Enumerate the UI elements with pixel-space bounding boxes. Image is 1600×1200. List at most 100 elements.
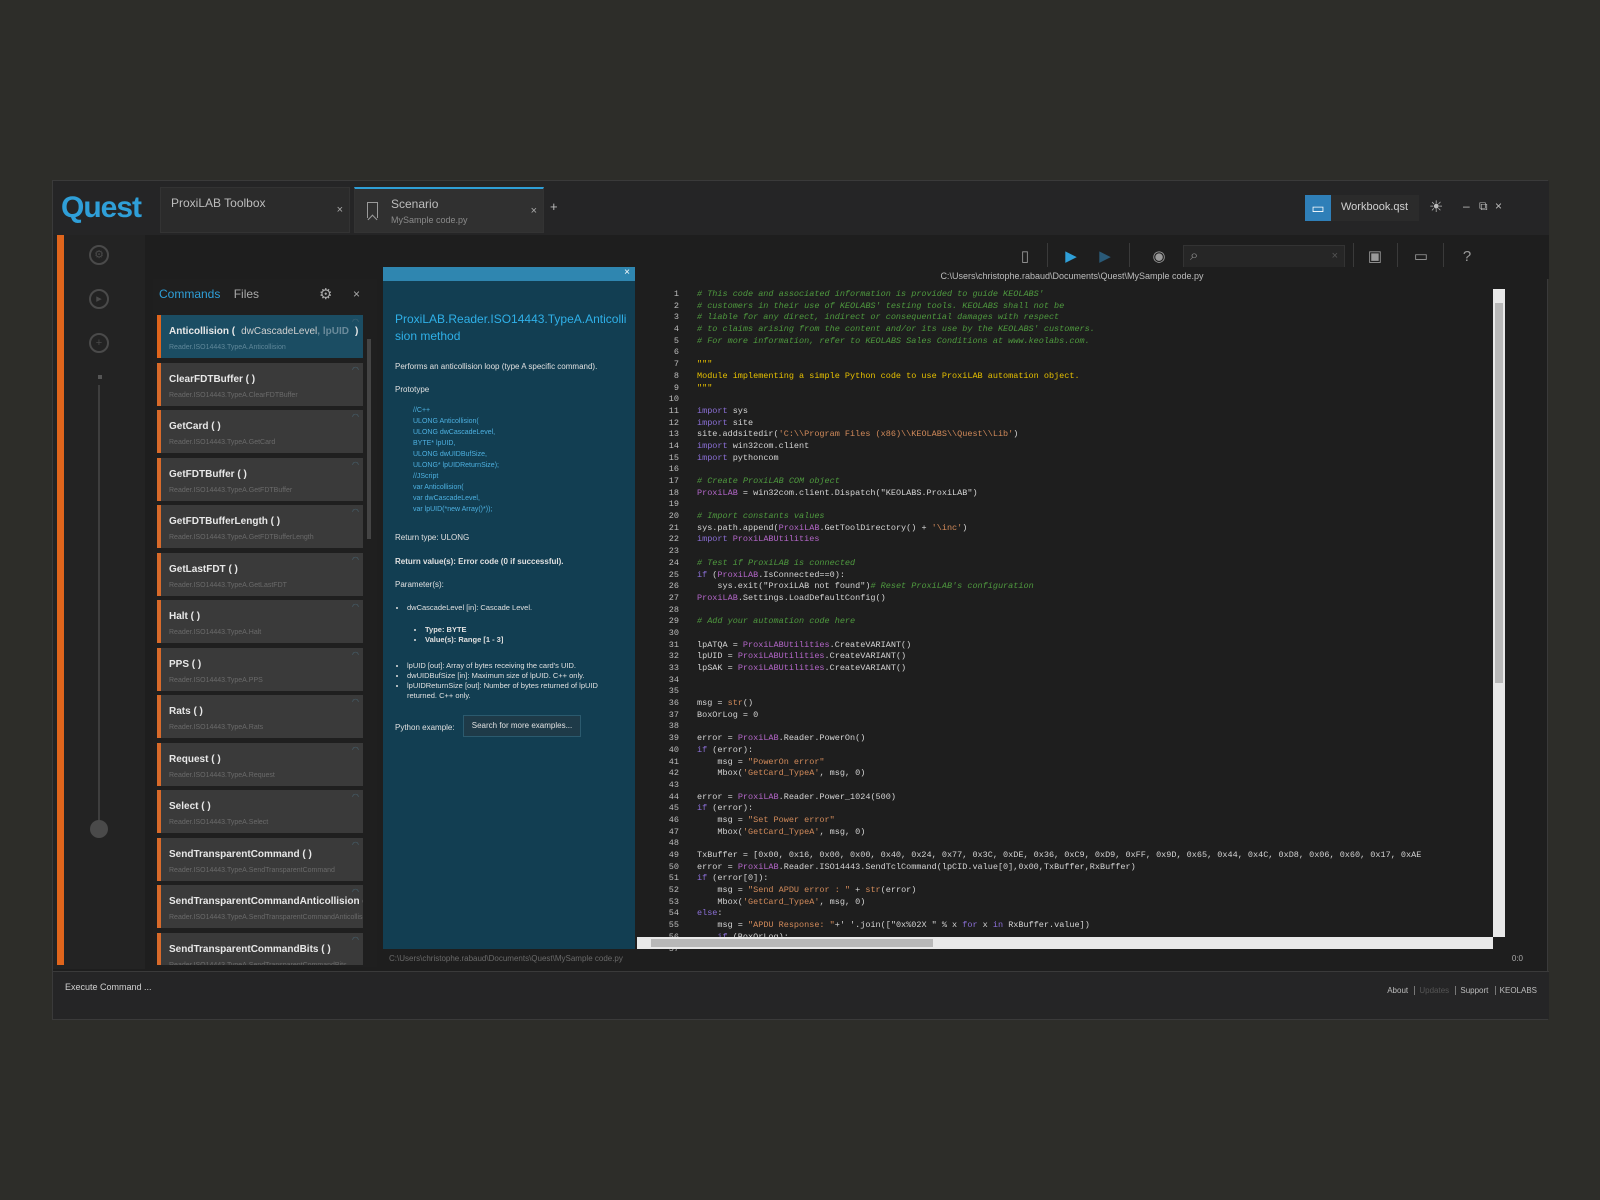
line-number: 18 [668, 487, 679, 498]
add-tab-icon[interactable]: + [550, 199, 558, 214]
favorite-icon[interactable]: ◠ [352, 887, 359, 896]
clear-search-icon[interactable]: × [1332, 250, 1338, 262]
search-input[interactable] [1210, 248, 1320, 266]
close-window-icon[interactable]: × [1495, 199, 1502, 213]
favorite-icon[interactable]: ◠ [352, 650, 359, 659]
bookmark-icon[interactable] [367, 202, 378, 218]
code-token: # to claims arising from the content and… [697, 324, 1095, 335]
tab-proxilab-toolbox[interactable]: ProxiLAB Toolbox × [160, 187, 350, 233]
path-bar-text: C:\Users\christophe.rabaud\Documents\Que… [389, 954, 623, 963]
command-item[interactable]: ClearFDTBuffer ( ) Reader.ISO14443.TypeA.… [157, 362, 363, 406]
save-icon[interactable]: ▣ [1363, 245, 1387, 269]
command-item[interactable]: GetLastFDT ( ) Reader.ISO14443.TypeA.GetL… [157, 552, 363, 596]
code-token: ProxiLAB [717, 569, 759, 580]
line-number: 21 [668, 522, 679, 533]
command-item[interactable]: Rats ( ) Reader.ISO14443.TypeA.Rats ◠ [157, 695, 363, 738]
updates-link[interactable]: Updates [1414, 986, 1454, 995]
tab-close-icon[interactable]: × [337, 204, 343, 216]
search-box[interactable]: ⌕ × [1183, 245, 1345, 269]
command-item[interactable]: SendTransparentCommand ( ) Reader.ISO1444… [157, 837, 363, 881]
command-title: GetFDTBufferLength ( ) [169, 516, 281, 527]
zoom-slider-handle[interactable] [90, 820, 108, 838]
vertical-scrollbar[interactable] [1493, 289, 1505, 937]
command-item[interactable]: PPS ( ) Reader.ISO14443.TypeA.PPS ◠ [157, 647, 363, 691]
tab-close-icon[interactable]: × [531, 205, 537, 217]
horizontal-scroll-thumb[interactable] [651, 939, 933, 947]
favorite-icon[interactable]: ◠ [352, 697, 359, 706]
command-item[interactable]: Select ( ) Reader.ISO14443.TypeA.Select ◠ [157, 790, 363, 833]
favorite-icon[interactable]: ◠ [352, 792, 359, 801]
code-line: # Add your automation code here [697, 616, 1493, 628]
code-token: .Settings.LoadDefaultConfig() [737, 592, 886, 603]
command-list-scrollbar[interactable] [367, 339, 371, 539]
panel-close-icon[interactable]: × [353, 287, 360, 301]
line-number: 48 [668, 838, 679, 849]
code-area[interactable]: # This code and associated information i… [697, 289, 1493, 939]
doc-param-list-2: lpUID [out]: Array of bytes receiving th… [407, 661, 627, 701]
command-item[interactable]: Anticollision (dwCascadeLevel, lpUID) Rea… [157, 315, 363, 358]
code-line: else: [697, 908, 1493, 920]
code-token: if [697, 803, 708, 814]
command-item[interactable]: GetFDTBuffer ( ) Reader.ISO14443.TypeA.Ge… [157, 457, 363, 501]
favorite-icon[interactable]: ◠ [352, 935, 359, 944]
vertical-scroll-thumb[interactable] [1495, 303, 1503, 683]
command-path: Reader.ISO14443.TypeA.SendTransparentCom… [169, 914, 363, 921]
code-line: if (error): [697, 803, 1493, 815]
search-examples-button[interactable]: Search for more examples... [463, 715, 581, 737]
line-number: 19 [668, 499, 679, 510]
code-editor[interactable]: C:\Users\christophe.rabaud\Documents\Que… [637, 267, 1507, 954]
favorite-icon[interactable]: ◠ [352, 460, 359, 469]
tab-commands[interactable]: Commands [159, 287, 220, 301]
line-number: 51 [668, 873, 679, 884]
run-step-icon[interactable]: ▶ [1093, 245, 1117, 269]
favorite-icon[interactable]: ◠ [352, 317, 359, 326]
about-link[interactable]: About [1383, 986, 1412, 995]
favorite-icon[interactable]: ◠ [352, 412, 359, 421]
favorite-icon[interactable]: ◠ [352, 840, 359, 849]
command-item[interactable]: SendTransparentCommandAnticollision ( ) R… [157, 885, 363, 928]
command-item[interactable]: Request ( ) Reader.ISO14443.TypeA.Request… [157, 742, 363, 786]
favorite-icon[interactable]: ◠ [352, 602, 359, 611]
favorite-icon[interactable]: ◠ [352, 507, 359, 516]
command-item[interactable]: GetCard ( ) Reader.ISO14443.TypeA.GetCard… [157, 410, 363, 453]
code-token: # Reset ProxiLAB's configuration [870, 581, 1034, 592]
zoom-slider-track[interactable] [98, 385, 100, 825]
doc-close-icon[interactable]: × [624, 267, 630, 278]
target-icon[interactable]: + [89, 333, 109, 353]
horizontal-scrollbar[interactable] [637, 937, 1493, 949]
favorite-icon[interactable]: ◠ [352, 555, 359, 564]
code-token: ( [707, 569, 718, 580]
line-number: 10 [668, 394, 679, 405]
prototype-line: var lpUID(*new Array()*)); [413, 506, 493, 513]
gear-icon[interactable]: ⚙ [89, 245, 109, 265]
keolabs-link[interactable]: KEOLABS [1494, 986, 1541, 995]
code-token: ProxiLAB [737, 861, 779, 872]
panel-settings-icon[interactable]: ⚙ [319, 285, 332, 303]
minimize-icon[interactable]: – [1463, 199, 1470, 213]
restore-icon[interactable]: ⧉ [1479, 199, 1488, 214]
line-number: 5 [673, 335, 679, 346]
play-icon[interactable]: ▸ [89, 289, 109, 309]
folder-icon[interactable]: ▭ [1409, 245, 1433, 269]
code-token: , msg, 0) [819, 896, 866, 907]
code-token: str [727, 698, 743, 709]
code-line: # Create ProxiLAB COM object [697, 476, 1493, 488]
favorite-icon[interactable]: ◠ [352, 365, 359, 374]
doc-description: Performs an anticollision loop (type A s… [395, 362, 598, 371]
command-item[interactable]: Halt ( ) Reader.ISO14443.TypeA.Halt ◠ [157, 600, 363, 643]
support-link[interactable]: Support [1455, 986, 1493, 995]
new-file-icon[interactable]: ▯ [1013, 245, 1037, 269]
command-item[interactable]: SendTransparentCommandBits ( ) Reader.ISO… [157, 932, 363, 965]
code-token: "PowerOn error" [748, 756, 825, 767]
tab-files[interactable]: Files [234, 287, 259, 301]
eye-icon[interactable]: ◉ [1147, 245, 1171, 269]
command-item[interactable]: GetFDTBufferLength ( ) Reader.ISO14443.Ty… [157, 505, 363, 548]
workbook-button[interactable]: ▭ Workbook.qst [1305, 195, 1419, 221]
favorite-icon[interactable]: ◠ [352, 745, 359, 754]
theme-toggle-icon[interactable]: ☀ [1429, 197, 1443, 217]
help-icon[interactable]: ? [1455, 245, 1479, 269]
tab-scenario[interactable]: Scenario MySample code.py × [354, 187, 544, 233]
run-icon[interactable]: ▶ [1059, 245, 1083, 269]
line-number: 53 [668, 896, 679, 907]
